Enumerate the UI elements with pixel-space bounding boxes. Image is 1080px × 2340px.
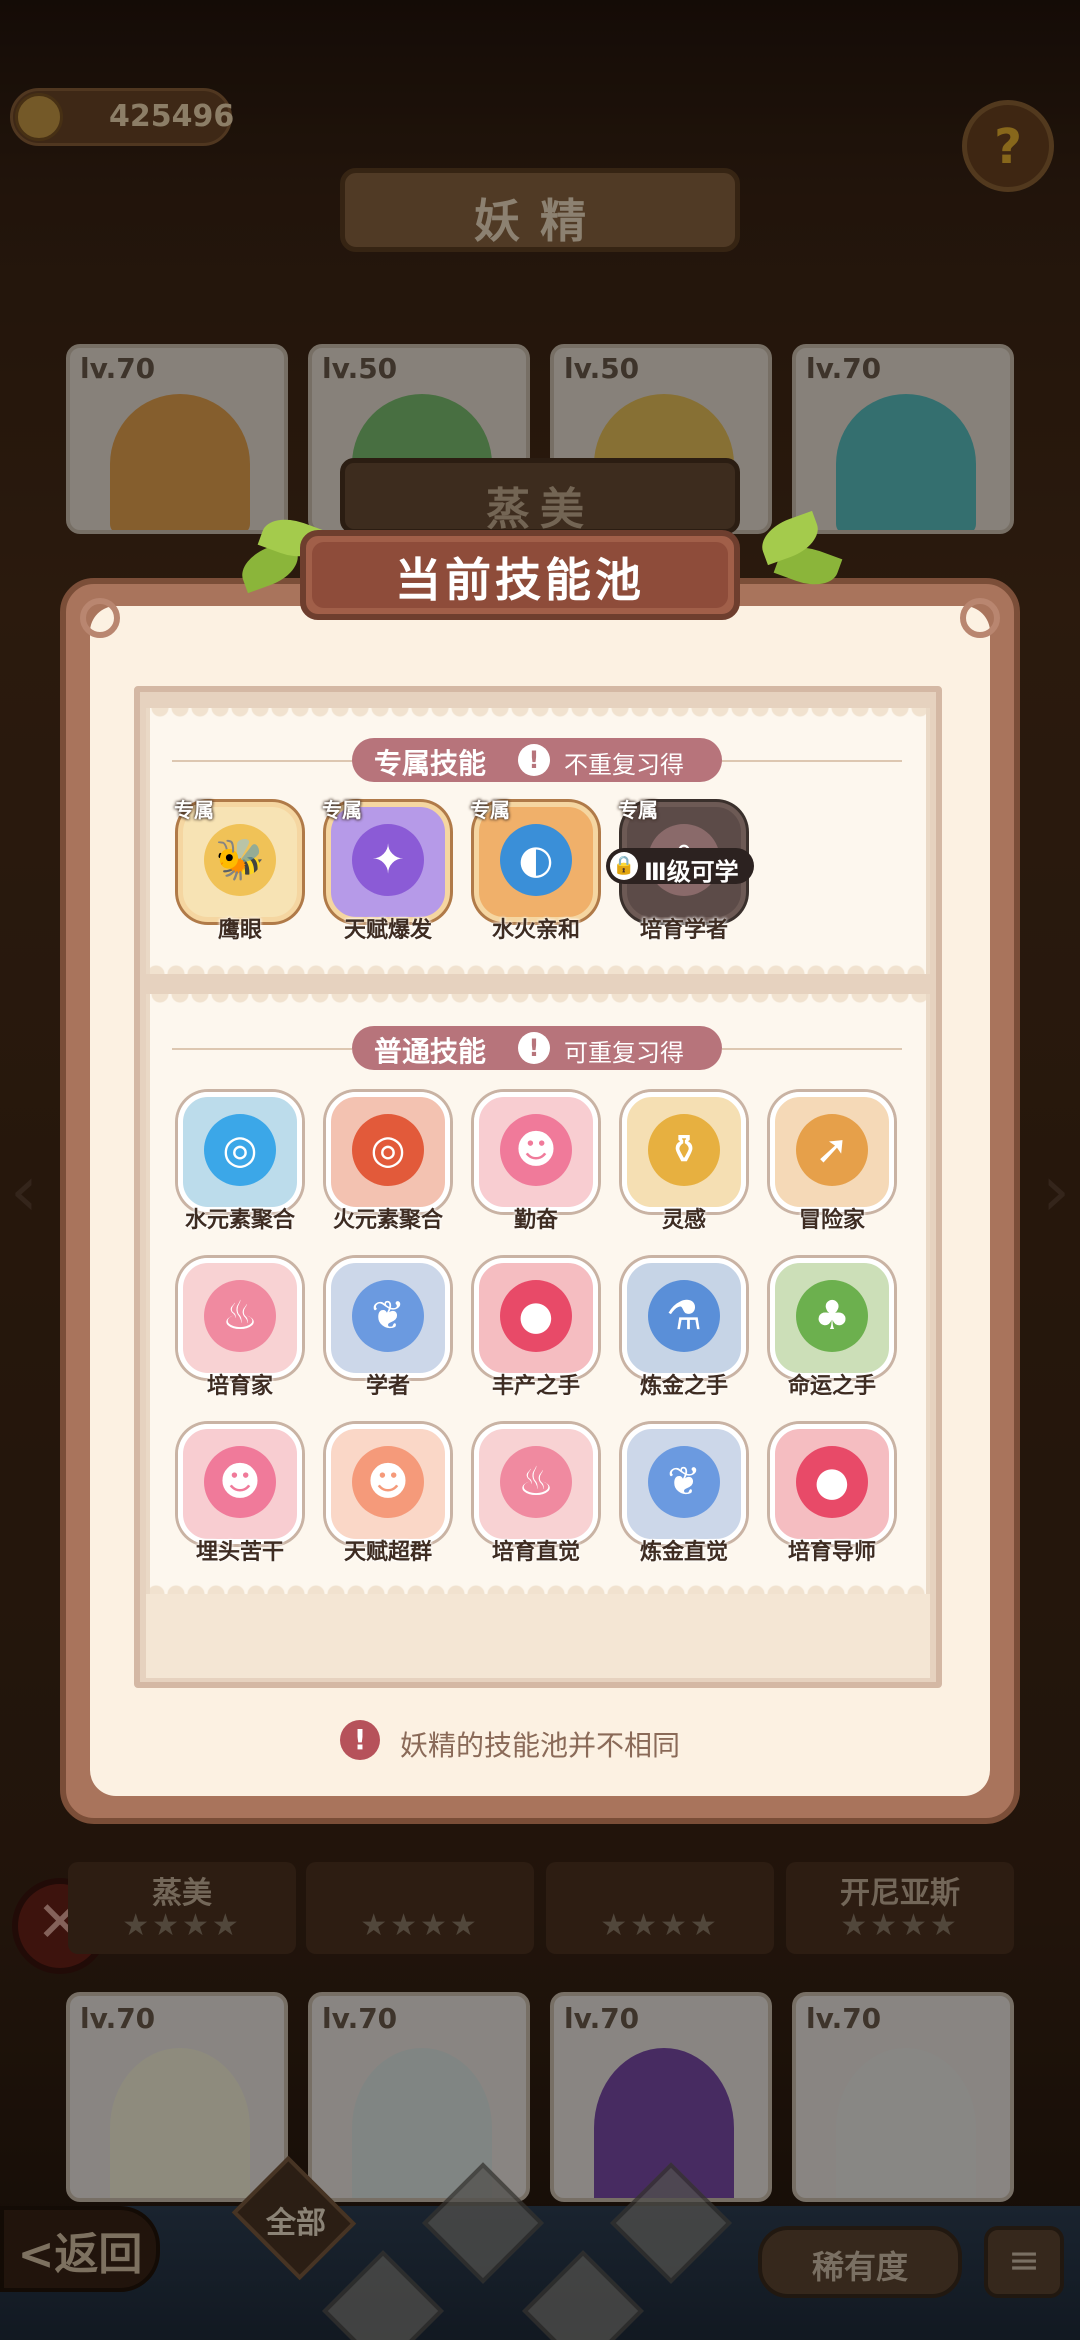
skill-talent-burst[interactable]: ✦ 专属 天赋爆发 (322, 798, 450, 943)
normal-title: 普通技能 (374, 1035, 487, 1068)
skill-item[interactable]: ◎ 火元素聚合 (326, 1092, 450, 1233)
skill-item[interactable]: ♣ 命运之手 (770, 1258, 894, 1399)
dialog-title-plaque: 当前技能池 (300, 530, 740, 620)
skill-item[interactable]: ➚ 冒险家 (770, 1092, 894, 1233)
skill-label: 丰产之手 (491, 1374, 580, 1399)
skill-icon: ◎ (204, 1114, 276, 1186)
skill-label: 冒险家 (798, 1208, 865, 1233)
skill-label: 勤奋 (513, 1208, 558, 1233)
skill-label: 水元素聚合 (184, 1208, 295, 1233)
corner-ornament (960, 598, 1000, 638)
dialog-title: 当前技能池 (395, 553, 645, 607)
scallop-edge (150, 960, 926, 974)
skill-item[interactable]: ⚱ 灵感 (622, 1092, 746, 1233)
bee-icon: 🐝 (204, 824, 276, 896)
skill-hawk-eye[interactable]: 🐝 专属 鹰眼 (174, 798, 302, 943)
exclusive-note: 不重复习得 (564, 751, 684, 779)
skill-label: 水火亲和 (491, 918, 580, 943)
skill-icon: ♨ (500, 1446, 572, 1518)
skill-item[interactable]: ☻ 埋头苦干 (178, 1424, 302, 1565)
skill-label: 培育学者 (639, 918, 728, 943)
skill-icon: ◎ (352, 1114, 424, 1186)
skill-label: 天赋超群 (343, 1540, 432, 1565)
normal-skills-banner: 普通技能 ! 可重复习得 (352, 1026, 722, 1070)
exclusive-tag: 专属 (322, 798, 362, 822)
divider (172, 760, 352, 762)
skill-label: 炼金之手 (639, 1374, 728, 1399)
skill-item[interactable]: ● 丰产之手 (474, 1258, 598, 1399)
skill-icon: ⚗ (648, 1280, 720, 1352)
skill-label: 天赋爆发 (343, 918, 432, 943)
skill-label: 培育家 (206, 1374, 273, 1399)
footer-text: 妖精的技能池并不相同 (400, 1729, 681, 1762)
skill-label: 埋头苦干 (195, 1540, 284, 1565)
skill-item[interactable]: ❦ 炼金直觉 (622, 1424, 746, 1565)
skill-water-fire-affinity[interactable]: ◐ 专属 水火亲和 (470, 798, 598, 943)
skill-item[interactable]: ⚗ 炼金之手 (622, 1258, 746, 1399)
skill-item[interactable]: ♨ 培育直觉 (474, 1424, 598, 1565)
normal-note: 可重复习得 (564, 1039, 684, 1067)
game-screen: 425496 ? 妖精 lv.70 lv.50 lv.50 lv.70 蒸美 ‹… (0, 0, 1080, 2340)
empty-strip (146, 1594, 930, 1678)
skill-label: 培育导师 (787, 1540, 876, 1565)
scallop-edge (150, 1580, 926, 1594)
skill-item[interactable]: ❦ 学者 (326, 1258, 450, 1399)
skill-icon: ❦ (352, 1280, 424, 1352)
lock-text: Ⅲ级可学 (644, 858, 739, 886)
skill-label: 炼金直觉 (639, 1540, 728, 1565)
skill-item[interactable]: ● 培育导师 (770, 1424, 894, 1565)
skill-icon: ♨ (204, 1280, 276, 1352)
skill-item[interactable]: ◎ 水元素聚合 (178, 1092, 302, 1233)
skill-icon: ❦ (648, 1446, 720, 1518)
exclusive-tag: 专属 (470, 798, 510, 822)
skill-label: 鹰眼 (217, 918, 262, 943)
exclusive-title: 专属技能 (374, 747, 487, 780)
skill-label: 学者 (365, 1374, 410, 1399)
exclamation-icon: ! (518, 744, 550, 776)
skill-item[interactable]: ♨ 培育家 (178, 1258, 302, 1399)
lock-badge: 🔒 Ⅲ级可学 (606, 848, 754, 886)
skill-item[interactable]: ☻ 勤奋 (474, 1092, 598, 1233)
skill-icon: ● (500, 1280, 572, 1352)
skill-icon: ☻ (500, 1114, 572, 1186)
lock-icon: 🔒 (610, 852, 638, 880)
skill-icon: ● (796, 1446, 868, 1518)
warning-icon: ! (340, 1720, 380, 1760)
skill-label: 命运之手 (787, 1374, 876, 1399)
skill-icon: ➚ (796, 1114, 868, 1186)
exclusive-tag: 专属 (174, 798, 214, 822)
skill-label: 培育直觉 (491, 1540, 580, 1565)
skill-icon: ☻ (204, 1446, 276, 1518)
exclusive-skills-banner: 专属技能 ! 不重复习得 (352, 738, 722, 782)
skill-item[interactable]: ☻ 天赋超群 (326, 1424, 450, 1565)
scallop-edge (150, 994, 926, 1008)
skill-icon: ⚱ (648, 1114, 720, 1186)
skill-icon: ☻ (352, 1446, 424, 1518)
divider (722, 760, 902, 762)
skill-icon: ♣ (796, 1280, 868, 1352)
skill-label: 火元素聚合 (332, 1208, 443, 1233)
swirl-icon: ◐ (500, 824, 572, 896)
divider (172, 1048, 352, 1050)
sparkle-figure-icon: ✦ (352, 824, 424, 896)
corner-ornament (80, 598, 120, 638)
divider (722, 1048, 902, 1050)
exclusive-tag: 专属 (618, 798, 658, 822)
footer-note: ! 妖精的技能池并不相同 (340, 1720, 760, 1762)
exclamation-icon: ! (518, 1032, 550, 1064)
scallop-edge (150, 708, 926, 722)
skill-label: 灵感 (661, 1208, 706, 1233)
